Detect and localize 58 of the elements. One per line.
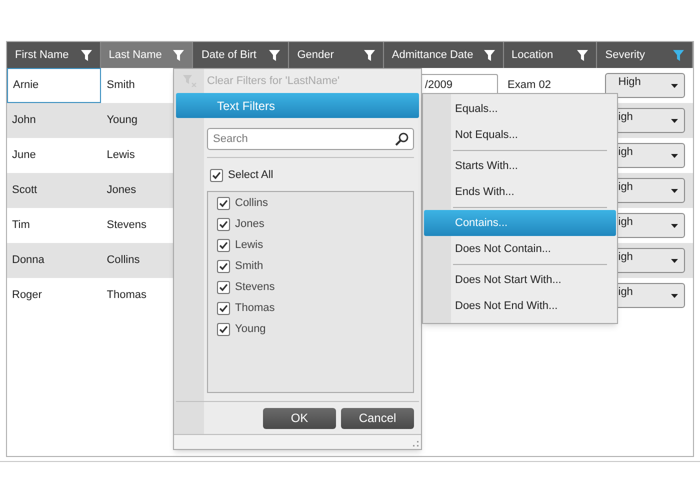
table-cell-text: June — [11, 148, 37, 164]
filter-icon[interactable] — [364, 50, 375, 60]
caret-icon — [671, 84, 678, 88]
ok-button[interactable]: OK — [263, 408, 336, 428]
filter-icon[interactable] — [484, 50, 495, 60]
column-header[interactable]: Severity — [597, 42, 693, 68]
search-field[interactable]: Search — [207, 128, 414, 150]
table-cell: Arnie — [7, 68, 101, 103]
checkbox[interactable] — [210, 168, 223, 182]
caret-icon — [671, 294, 678, 298]
table-cell-text: Smith — [106, 78, 136, 94]
checkbox[interactable] — [217, 218, 230, 231]
select-all-label: Select All — [228, 168, 274, 183]
table-cell-text: Lewis — [106, 148, 136, 164]
checkbox[interactable] — [217, 281, 230, 294]
cancel-button[interactable]: Cancel — [341, 408, 414, 428]
column-header[interactable]: Last Name — [100, 42, 194, 68]
table-cell-text: John — [11, 113, 37, 128]
checkbox[interactable] — [217, 239, 230, 252]
caret-icon — [671, 224, 678, 228]
caret-icon — [671, 154, 678, 158]
caret-icon — [671, 258, 678, 262]
filter-icon[interactable] — [269, 50, 280, 60]
table-cell-text: Young — [106, 113, 139, 128]
column-header[interactable]: First Name — [7, 42, 101, 68]
filter-icon[interactable] — [80, 50, 92, 60]
table-cell-text: Stevens — [106, 218, 148, 234]
value-label: Thomas — [235, 301, 275, 316]
value-label: Stevens — [235, 280, 275, 296]
caret-icon — [671, 118, 678, 122]
value-label: Smith — [235, 259, 264, 274]
checkbox[interactable] — [217, 260, 230, 273]
value-label: Lewis — [235, 238, 264, 254]
table-cell-text: Scott — [11, 183, 38, 198]
resize-grip-icon[interactable] — [413, 441, 419, 447]
filter-icon[interactable] — [577, 50, 588, 60]
table-cell-text: Thomas — [106, 288, 148, 304]
value-label: Jones — [235, 217, 264, 232]
checkbox[interactable] — [217, 302, 230, 315]
severity-dropdown[interactable]: High — [605, 73, 686, 98]
checkbox[interactable] — [217, 197, 230, 210]
table-cell-text: Roger — [11, 288, 43, 304]
column-header[interactable]: Date of Birt — [193, 42, 290, 68]
table-cell-text: Exam 02 — [508, 78, 551, 94]
filter-icon[interactable] — [173, 50, 184, 60]
table-cell-text: Donna — [11, 253, 46, 268]
column-header[interactable]: Location — [504, 42, 598, 68]
column-header[interactable]: Admittance Date — [384, 42, 504, 68]
value-label: Collins — [235, 196, 268, 212]
table-cell-text: Collins — [106, 253, 141, 268]
table-cell-text: Jones — [106, 183, 138, 198]
value-label: Young — [235, 322, 266, 338]
filter-icon[interactable] — [673, 50, 684, 60]
caret-icon — [671, 188, 678, 192]
checkbox[interactable] — [217, 323, 230, 336]
table-cell-text: Tim — [11, 218, 31, 234]
search-icon[interactable] — [395, 132, 409, 146]
column-header[interactable]: Gender — [289, 42, 384, 68]
